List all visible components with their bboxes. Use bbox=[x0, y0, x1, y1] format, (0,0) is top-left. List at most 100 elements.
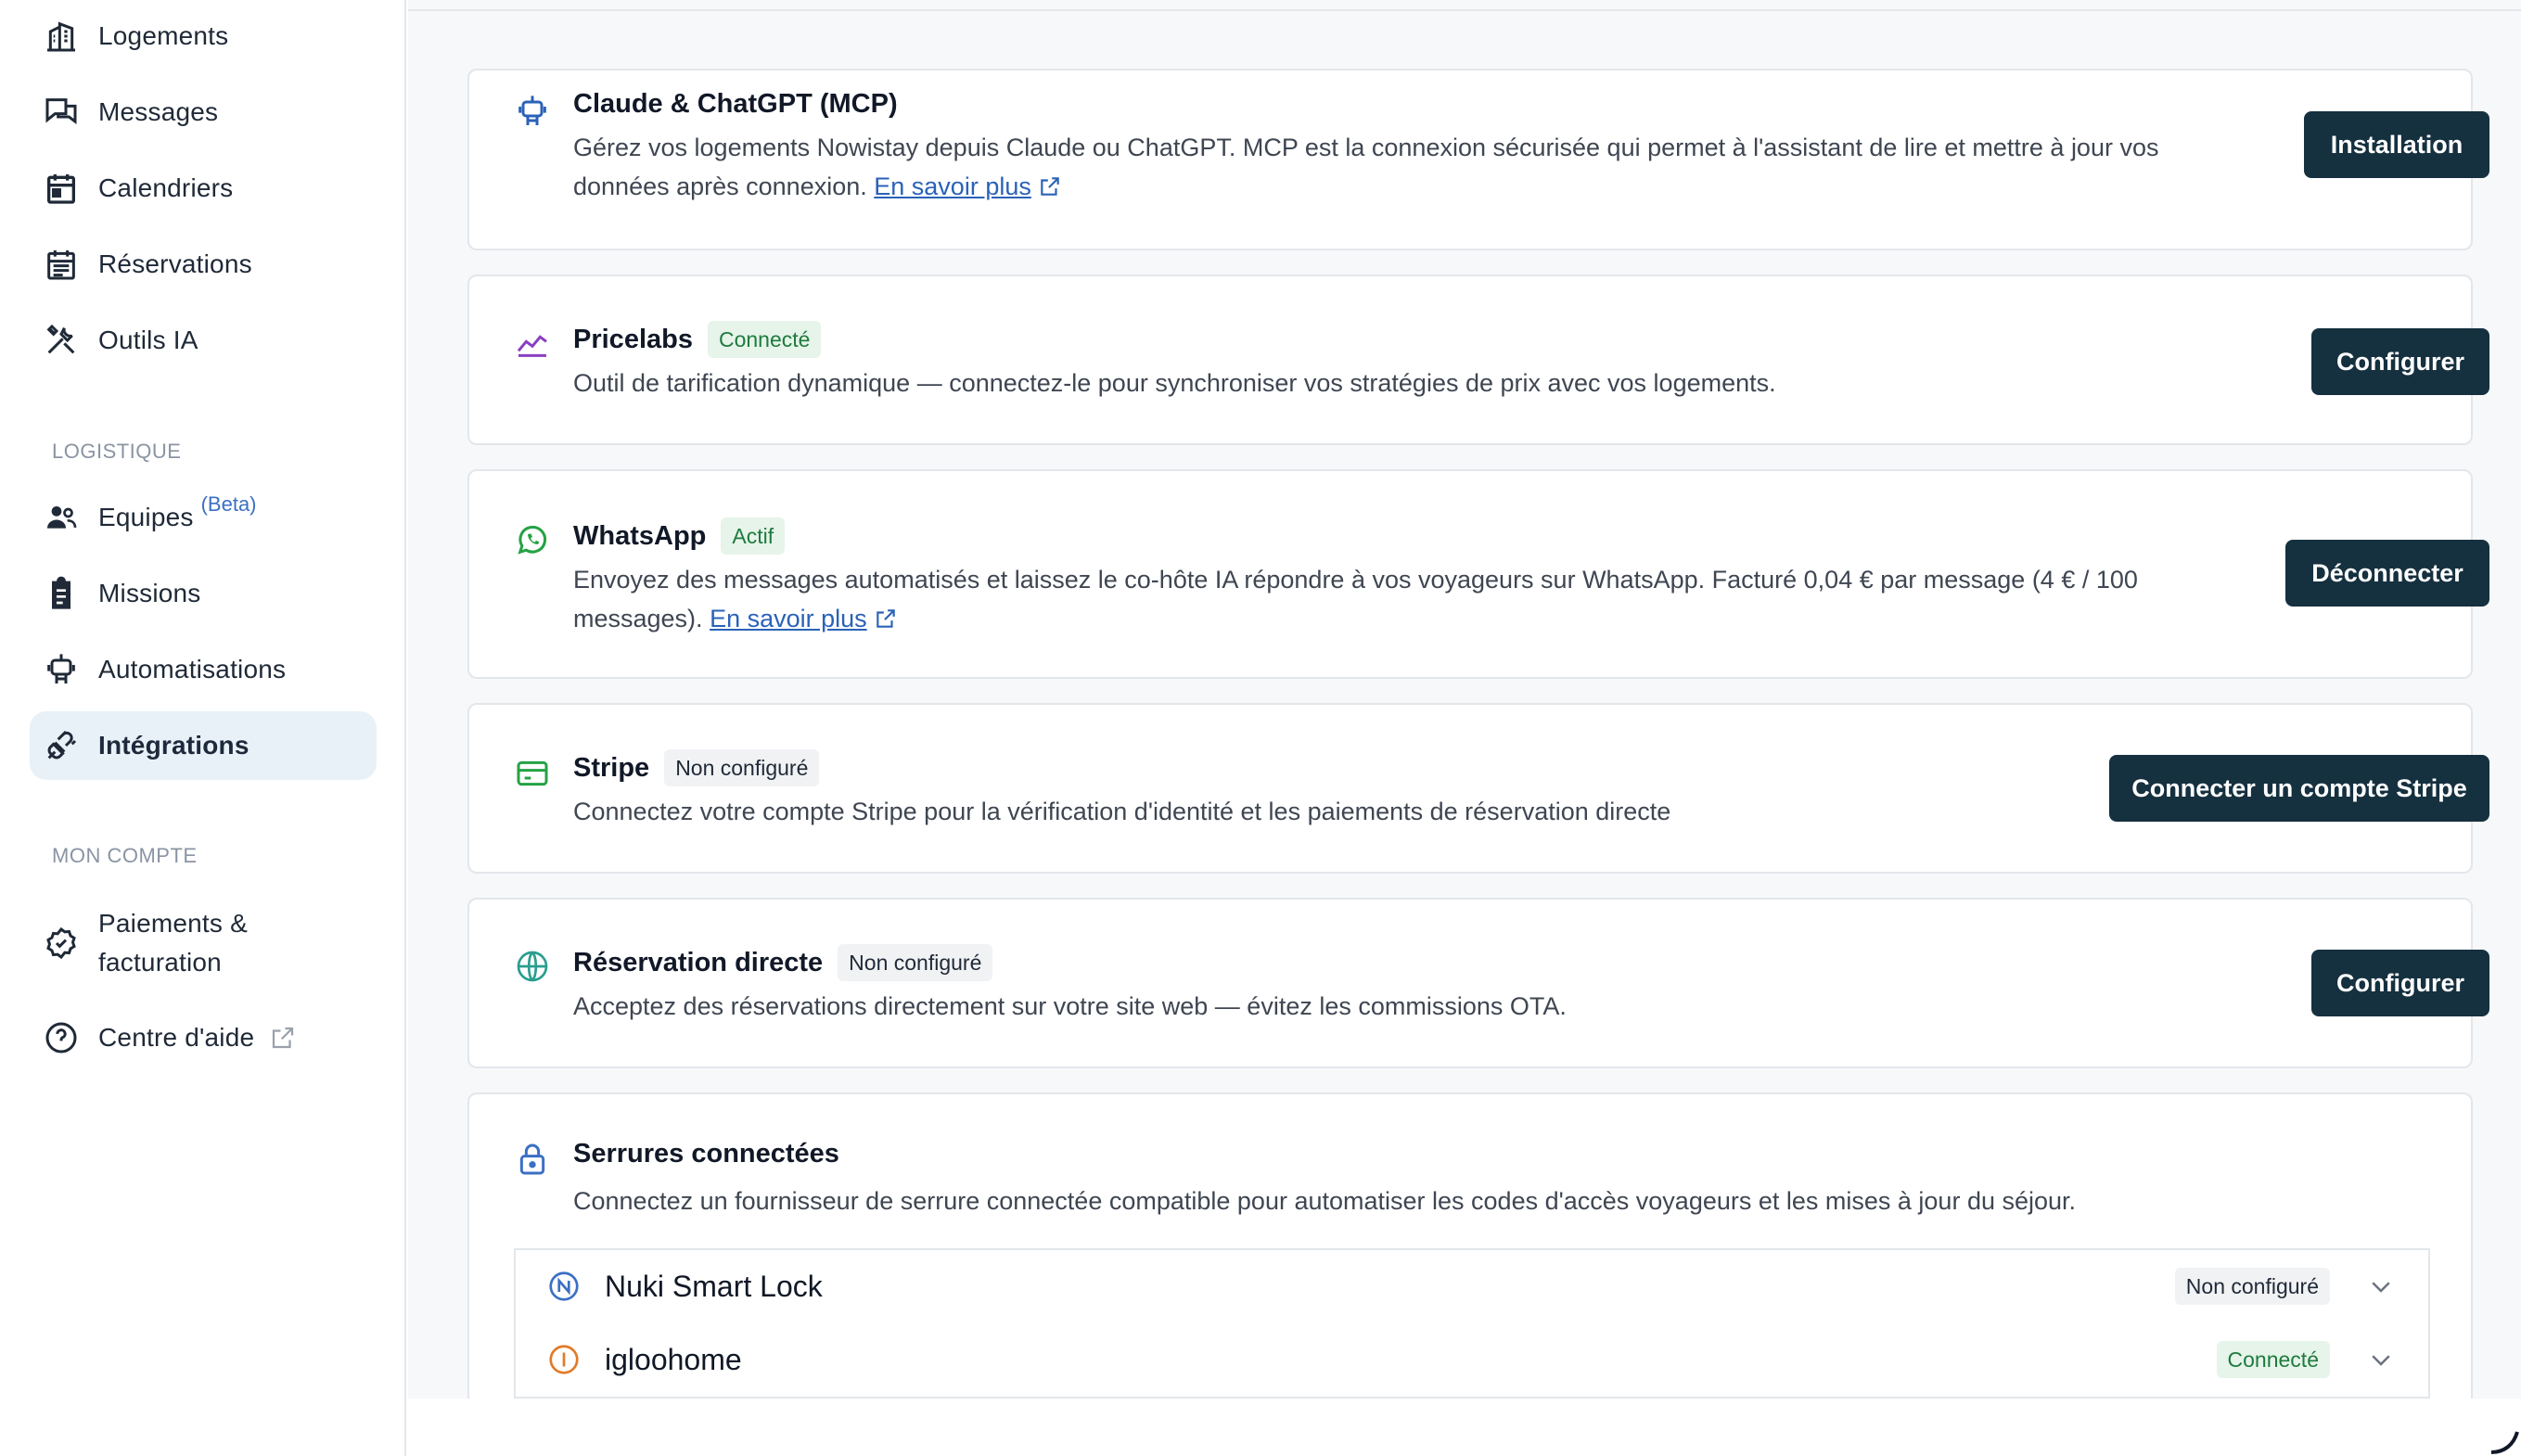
card-description: Connectez votre compte Stripe pour la vé… bbox=[573, 798, 1671, 825]
card-description: Acceptez des réservations directement su… bbox=[573, 992, 1567, 1020]
plug-icon bbox=[43, 727, 80, 764]
status-badge: Connecté bbox=[707, 321, 822, 358]
card-description-line1: Gérez vos logements Nowistay depuis Clau… bbox=[573, 134, 2159, 161]
clipboard-icon bbox=[43, 575, 80, 612]
lock-provider-igloohome[interactable]: igloohome Connecté bbox=[514, 1322, 2430, 1399]
card-title-text: Pricelabs bbox=[573, 324, 693, 354]
external-link-icon bbox=[269, 1024, 297, 1052]
sidebar-item-label: Missions bbox=[98, 579, 201, 607]
sidebar-item-messages[interactable]: Messages bbox=[30, 78, 377, 147]
sidebar-item-equipes[interactable]: Equipes (Beta) bbox=[30, 483, 377, 552]
building-icon bbox=[43, 18, 80, 55]
billing-icon bbox=[43, 925, 80, 962]
beta-badge: (Beta) bbox=[200, 492, 257, 516]
card-title: Claude & ChatGPT (MCP) bbox=[573, 89, 898, 120]
billing-label-line2: facturation bbox=[98, 948, 222, 977]
card-title: Réservation directe Non configuré bbox=[573, 944, 993, 981]
integration-card-whatsapp: WhatsApp Actif Envoyez des messages auto… bbox=[467, 469, 2489, 679]
integration-card-mcp: Claude & ChatGPT (MCP) Gérez vos logemen… bbox=[467, 69, 2489, 250]
card-description: Connectez un fournisseur de serrure conn… bbox=[573, 1187, 2077, 1215]
card-title: Stripe Non configuré bbox=[573, 749, 820, 786]
robot-icon bbox=[514, 93, 551, 130]
sidebar-item-integrations[interactable]: Intégrations bbox=[30, 711, 377, 780]
credit-card-icon bbox=[514, 755, 551, 792]
provider-name: igloohome bbox=[605, 1342, 742, 1376]
card-title: WhatsApp Actif bbox=[573, 517, 786, 555]
billing-label-line1: Paiements & bbox=[98, 909, 248, 938]
learn-more-label: En savoir plus bbox=[874, 172, 1031, 200]
sidebar-item-label: Réservations bbox=[98, 249, 252, 278]
configure-button[interactable]: Configurer bbox=[2311, 950, 2489, 1016]
sidebar-item-label: Equipes bbox=[98, 503, 194, 531]
card-description: Gérez vos logements Nowistay depuis Clau… bbox=[573, 128, 2335, 206]
card-description-line2: données après connexion. bbox=[573, 172, 867, 200]
header-divider bbox=[408, 9, 2521, 11]
status-badge: Actif bbox=[721, 517, 786, 555]
sidebar-item-label: Intégrations bbox=[98, 731, 250, 760]
card-title: Serrures connectées bbox=[573, 1139, 839, 1169]
disconnect-button[interactable]: Déconnecter bbox=[2285, 540, 2489, 607]
provider-name: Nuki Smart Lock bbox=[605, 1269, 823, 1303]
lock-icon bbox=[514, 1141, 551, 1178]
lock-provider-nuki[interactable]: Nuki Smart Lock Non configuré bbox=[514, 1248, 2430, 1324]
card-title: Pricelabs Connecté bbox=[573, 321, 822, 358]
card-description: Envoyez des messages automatisés et lais… bbox=[573, 560, 2335, 638]
learn-more-label: En savoir plus bbox=[710, 605, 867, 632]
status-badge: Non configuré bbox=[664, 749, 820, 786]
sidebar-item-missions[interactable]: Missions bbox=[30, 559, 377, 628]
sidebar-item-logements[interactable]: Logements bbox=[30, 2, 377, 70]
chevron-down-icon[interactable] bbox=[2367, 1272, 2395, 1300]
help-icon bbox=[43, 1019, 80, 1056]
card-title-text: Claude & ChatGPT (MCP) bbox=[573, 89, 898, 119]
globe-www-icon bbox=[514, 948, 551, 985]
integration-card-smart-locks: Serrures connectées Connectez un fournis… bbox=[467, 1092, 2473, 1399]
sidebar-item-label: Calendriers bbox=[98, 173, 234, 202]
nuki-logo-icon bbox=[547, 1270, 581, 1303]
chat-icon bbox=[43, 94, 80, 131]
status-badge: Non configuré bbox=[838, 944, 993, 981]
learn-more-link[interactable]: En savoir plus bbox=[710, 605, 867, 632]
card-description: Outil de tarification dynamique — connec… bbox=[573, 369, 1776, 397]
whatsapp-icon bbox=[514, 521, 551, 558]
card-description-line2: messages). bbox=[573, 605, 703, 632]
sidebar-item-paiements[interactable]: Paiements & facturation bbox=[30, 900, 377, 987]
tools-icon bbox=[43, 322, 80, 359]
provider-status-group: Non configuré bbox=[2160, 1268, 2395, 1305]
status-badge: Non configuré bbox=[2174, 1268, 2330, 1305]
card-title-text: Serrures connectées bbox=[573, 1139, 839, 1169]
calendar-icon bbox=[43, 170, 80, 207]
sidebar: Logements Messages Calendriers Réservati… bbox=[0, 0, 406, 1456]
external-link-icon bbox=[1038, 172, 1062, 200]
chart-line-icon bbox=[514, 325, 551, 362]
sidebar-item-label: Outils IA bbox=[98, 326, 198, 354]
sidebar-item-label: Messages bbox=[98, 97, 219, 126]
installation-button[interactable]: Installation bbox=[2304, 111, 2489, 178]
sidebar-item-automatisations[interactable]: Automatisations bbox=[30, 635, 377, 704]
chevron-down-icon[interactable] bbox=[2367, 1346, 2395, 1373]
team-icon bbox=[43, 499, 80, 536]
sidebar-item-outils-ia[interactable]: Outils IA bbox=[30, 306, 377, 375]
card-description-line1: Envoyez des messages automatisés et lais… bbox=[573, 566, 2138, 594]
sidebar-item-label: Logements bbox=[98, 21, 229, 50]
integration-card-stripe: Stripe Non configuré Connectez votre com… bbox=[467, 703, 2489, 874]
robot-icon bbox=[43, 651, 80, 688]
learn-more-link[interactable]: En savoir plus bbox=[874, 172, 1031, 200]
sidebar-item-reservations[interactable]: Réservations bbox=[30, 230, 377, 299]
sidebar-item-calendriers[interactable]: Calendriers bbox=[30, 154, 377, 223]
configure-button[interactable]: Configurer bbox=[2311, 328, 2489, 395]
reservation-calendar-icon bbox=[43, 246, 80, 283]
main-content: Claude & ChatGPT (MCP) Gérez vos logemen… bbox=[408, 0, 2521, 1399]
sidebar-item-label: Paiements & facturation bbox=[98, 904, 248, 982]
sidebar-item-centre-aide[interactable]: Centre d'aide bbox=[30, 1003, 377, 1072]
igloohome-logo-icon bbox=[547, 1343, 581, 1376]
sidebar-item-label: Centre d'aide bbox=[98, 1023, 255, 1052]
card-title-text: Stripe bbox=[573, 752, 650, 783]
integration-card-direct-booking: Réservation directe Non configuré Accept… bbox=[467, 898, 2489, 1068]
section-label-compte: MON COMPTE bbox=[52, 844, 198, 867]
sidebar-item-label: Automatisations bbox=[98, 655, 287, 683]
card-title-text: Réservation directe bbox=[573, 947, 824, 977]
resize-corner-icon bbox=[2484, 1419, 2521, 1456]
connect-stripe-button[interactable]: Connecter un compte Stripe bbox=[2109, 755, 2489, 822]
card-title-text: WhatsApp bbox=[573, 520, 707, 551]
integration-card-pricelabs: Pricelabs Connecté Outil de tarification… bbox=[467, 275, 2489, 445]
